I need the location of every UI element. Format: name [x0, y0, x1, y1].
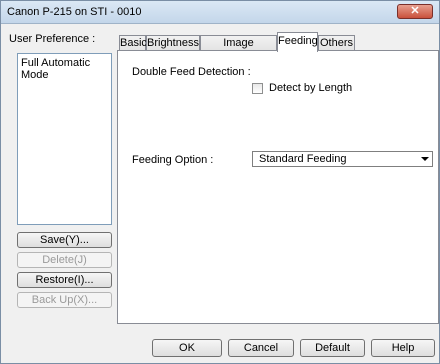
backup-button[interactable]: Back Up(X)...: [17, 292, 112, 308]
feeding-panel: Double Feed Detection : Detect by Length…: [117, 50, 439, 324]
user-preference-list[interactable]: Full Automatic Mode: [17, 53, 112, 225]
list-item[interactable]: Full Automatic Mode: [21, 57, 111, 81]
window-title: Canon P-215 on STI - 0010: [7, 6, 142, 18]
tab-image-processing[interactable]: Image processing: [200, 35, 277, 63]
tab-feeding[interactable]: Feeding: [277, 32, 318, 52]
detect-by-length-label[interactable]: Detect by Length: [269, 82, 352, 94]
cancel-button[interactable]: Cancel: [228, 339, 294, 357]
delete-button[interactable]: Delete(J): [17, 252, 112, 268]
restore-button[interactable]: Restore(I)...: [17, 272, 112, 288]
chevron-down-icon: [421, 157, 429, 161]
feeding-option-select[interactable]: Standard Feeding: [252, 151, 433, 167]
double-feed-detection-label: Double Feed Detection :: [132, 66, 251, 78]
save-button[interactable]: Save(Y)...: [17, 232, 112, 248]
close-button[interactable]: ✕: [397, 4, 433, 19]
feeding-option-label: Feeding Option :: [132, 154, 214, 166]
user-preference-label: User Preference :: [9, 33, 96, 45]
default-button[interactable]: Default: [300, 339, 365, 357]
tab-others[interactable]: Others: [318, 35, 355, 51]
scanner-settings-dialog: Canon P-215 on STI - 0010 ✕ User Prefere…: [0, 0, 440, 364]
tab-basic[interactable]: Basic: [119, 35, 147, 51]
ok-button[interactable]: OK: [152, 339, 222, 357]
feeding-option-value: Standard Feeding: [259, 153, 347, 165]
title-bar: Canon P-215 on STI - 0010 ✕: [1, 1, 439, 24]
detect-by-length-checkbox[interactable]: [252, 83, 263, 94]
tab-brightness[interactable]: Brightness: [146, 35, 200, 51]
help-button[interactable]: Help: [371, 339, 435, 357]
